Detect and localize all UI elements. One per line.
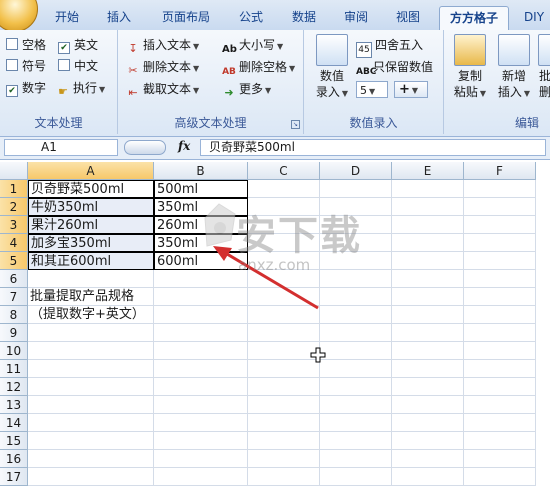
- cell-cursor-icon: [310, 347, 326, 363]
- watermark-logo: [204, 203, 236, 247]
- watermark-brand: 安下载: [236, 213, 362, 259]
- watermark-url: anxz.com: [238, 256, 311, 274]
- red-arrow-head: [213, 246, 232, 261]
